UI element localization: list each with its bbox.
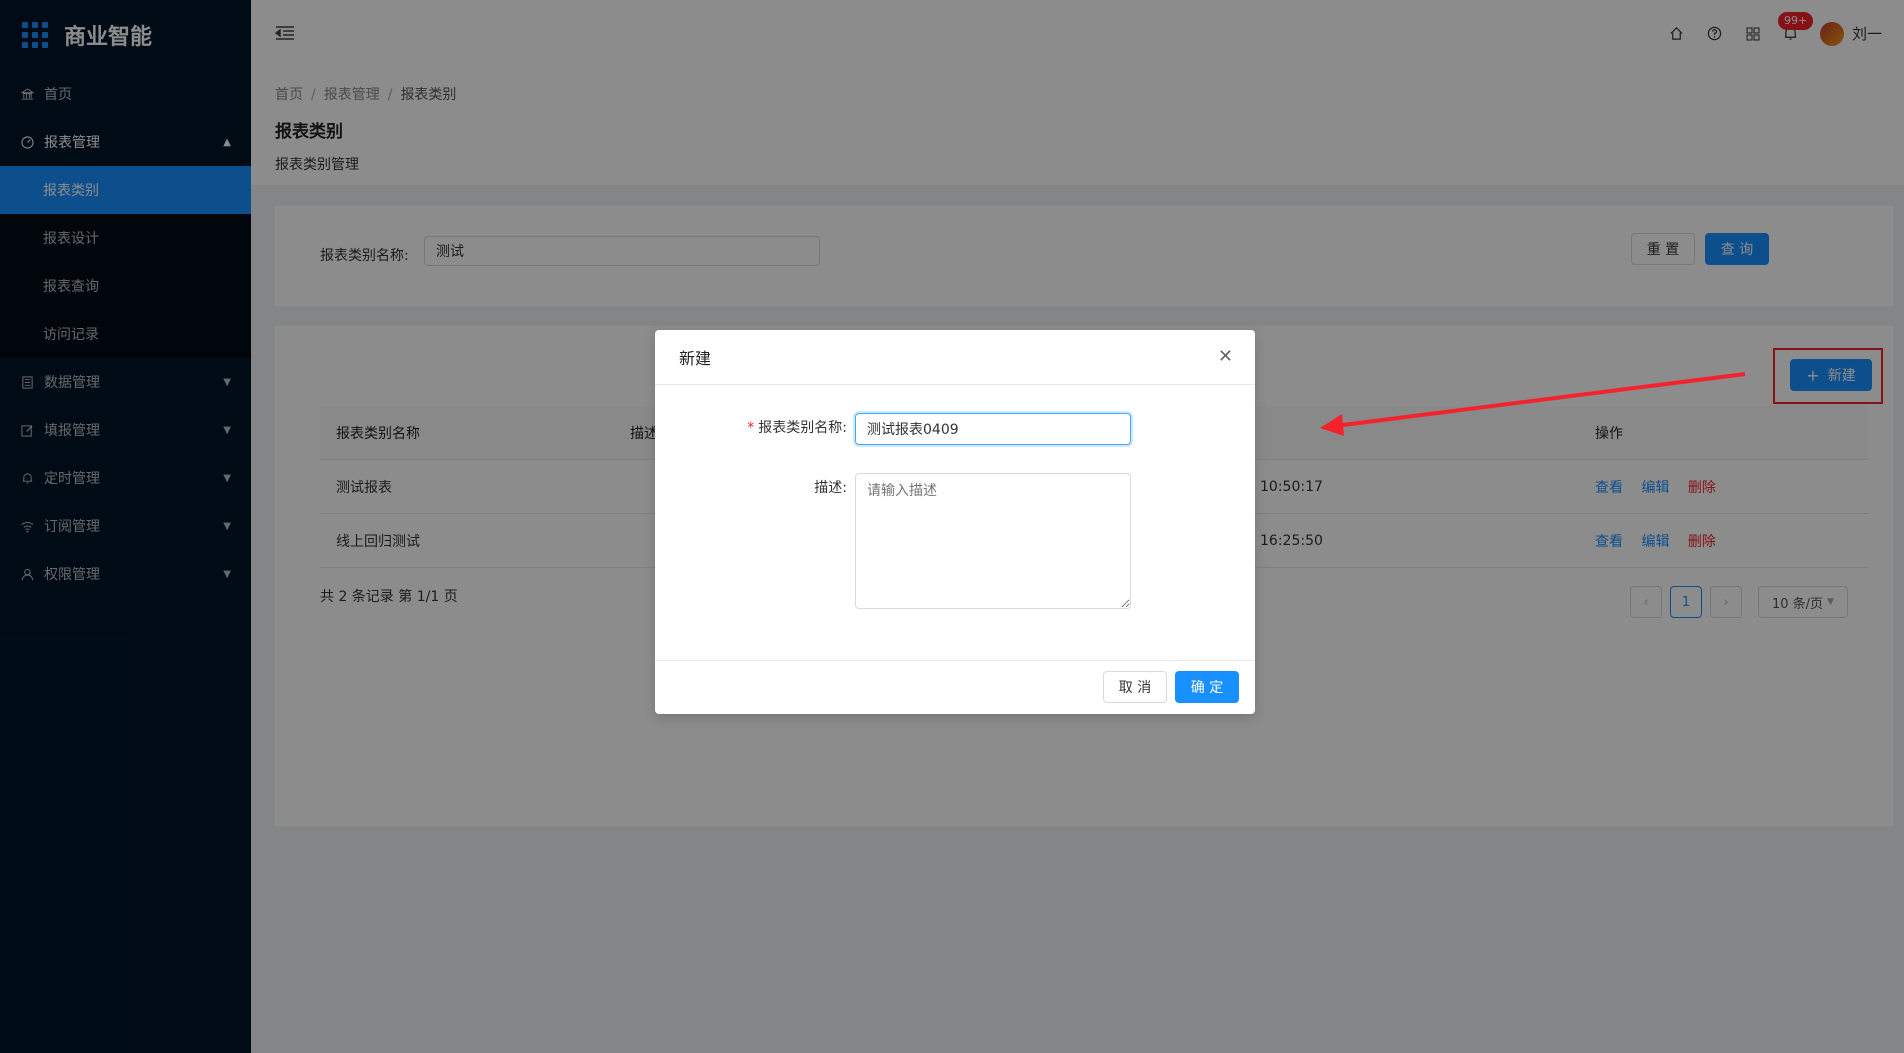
- confirm-button[interactable]: 确 定: [1175, 671, 1239, 703]
- description-textarea[interactable]: [855, 473, 1131, 609]
- modal-header: 新建 ✕: [655, 330, 1255, 385]
- close-icon[interactable]: ✕: [1218, 346, 1233, 367]
- required-asterisk-icon: *: [747, 420, 755, 436]
- cancel-button[interactable]: 取 消: [1103, 671, 1167, 703]
- form-row-description: 描述:: [655, 473, 1131, 609]
- category-name-input[interactable]: [855, 413, 1131, 445]
- modal-title: 新建: [679, 349, 712, 368]
- description-field-label: 描述:: [814, 480, 847, 496]
- form-row-name: * 报表类别名称:: [655, 413, 1131, 445]
- name-field-label: * 报表类别名称:: [747, 420, 847, 436]
- new-category-modal: 新建 ✕ *报表类别名称: 描述: 取 消 确 定: [655, 330, 1255, 714]
- modal-footer: 取 消 确 定: [655, 660, 1255, 714]
